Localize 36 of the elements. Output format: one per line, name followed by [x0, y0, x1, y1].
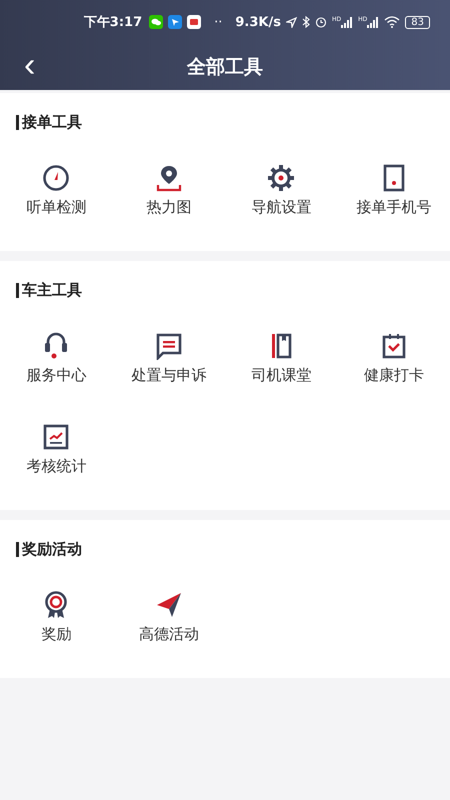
gauge-icon — [42, 164, 70, 192]
chart-icon — [42, 423, 70, 451]
tool-item[interactable]: 服务中心 — [0, 308, 112, 399]
tool-item[interactable]: 司机课堂 — [225, 308, 338, 399]
signal-icon — [341, 16, 354, 28]
app-icon — [187, 15, 202, 29]
app-icon — [168, 15, 182, 29]
signal-icon — [367, 16, 380, 28]
network-speed: 9.3K/s — [235, 14, 281, 30]
calendar-check-icon — [380, 332, 408, 360]
tool-item[interactable]: 奖励 — [0, 567, 112, 658]
more-indicator: ·· — [214, 14, 222, 30]
paper-plane-icon — [154, 591, 183, 619]
section-title: 车主工具 — [22, 281, 82, 300]
tool-item[interactable]: 接单手机号 — [338, 140, 450, 231]
bluetooth-icon — [302, 16, 310, 28]
back-button[interactable]: ‹ — [18, 48, 42, 82]
tool-item[interactable]: 处置与申诉 — [112, 308, 225, 399]
settings-icon — [267, 164, 296, 192]
message-icon — [154, 332, 183, 360]
battery-indicator: 83 — [405, 16, 430, 28]
tool-item[interactable]: 健康打卡 — [338, 308, 450, 399]
tool-item[interactable]: 考核统计 — [0, 399, 112, 490]
page-title: 全部工具 — [187, 55, 263, 80]
chat-app-icon — [149, 15, 164, 29]
tool-item[interactable]: 热力图 — [112, 140, 225, 231]
alarm-icon — [314, 16, 327, 28]
location-icon — [286, 16, 297, 28]
tool-item[interactable]: 导航设置 — [225, 140, 338, 231]
status-time: 下午3:17 — [84, 14, 142, 31]
section-title: 奖励活动 — [22, 540, 82, 559]
wifi-icon — [384, 16, 400, 28]
tool-item[interactable]: 听单检测 — [0, 140, 112, 231]
tool-item[interactable]: 高德活动 — [112, 567, 225, 658]
location-pin-icon — [154, 164, 183, 192]
section-title: 接单工具 — [22, 113, 82, 132]
